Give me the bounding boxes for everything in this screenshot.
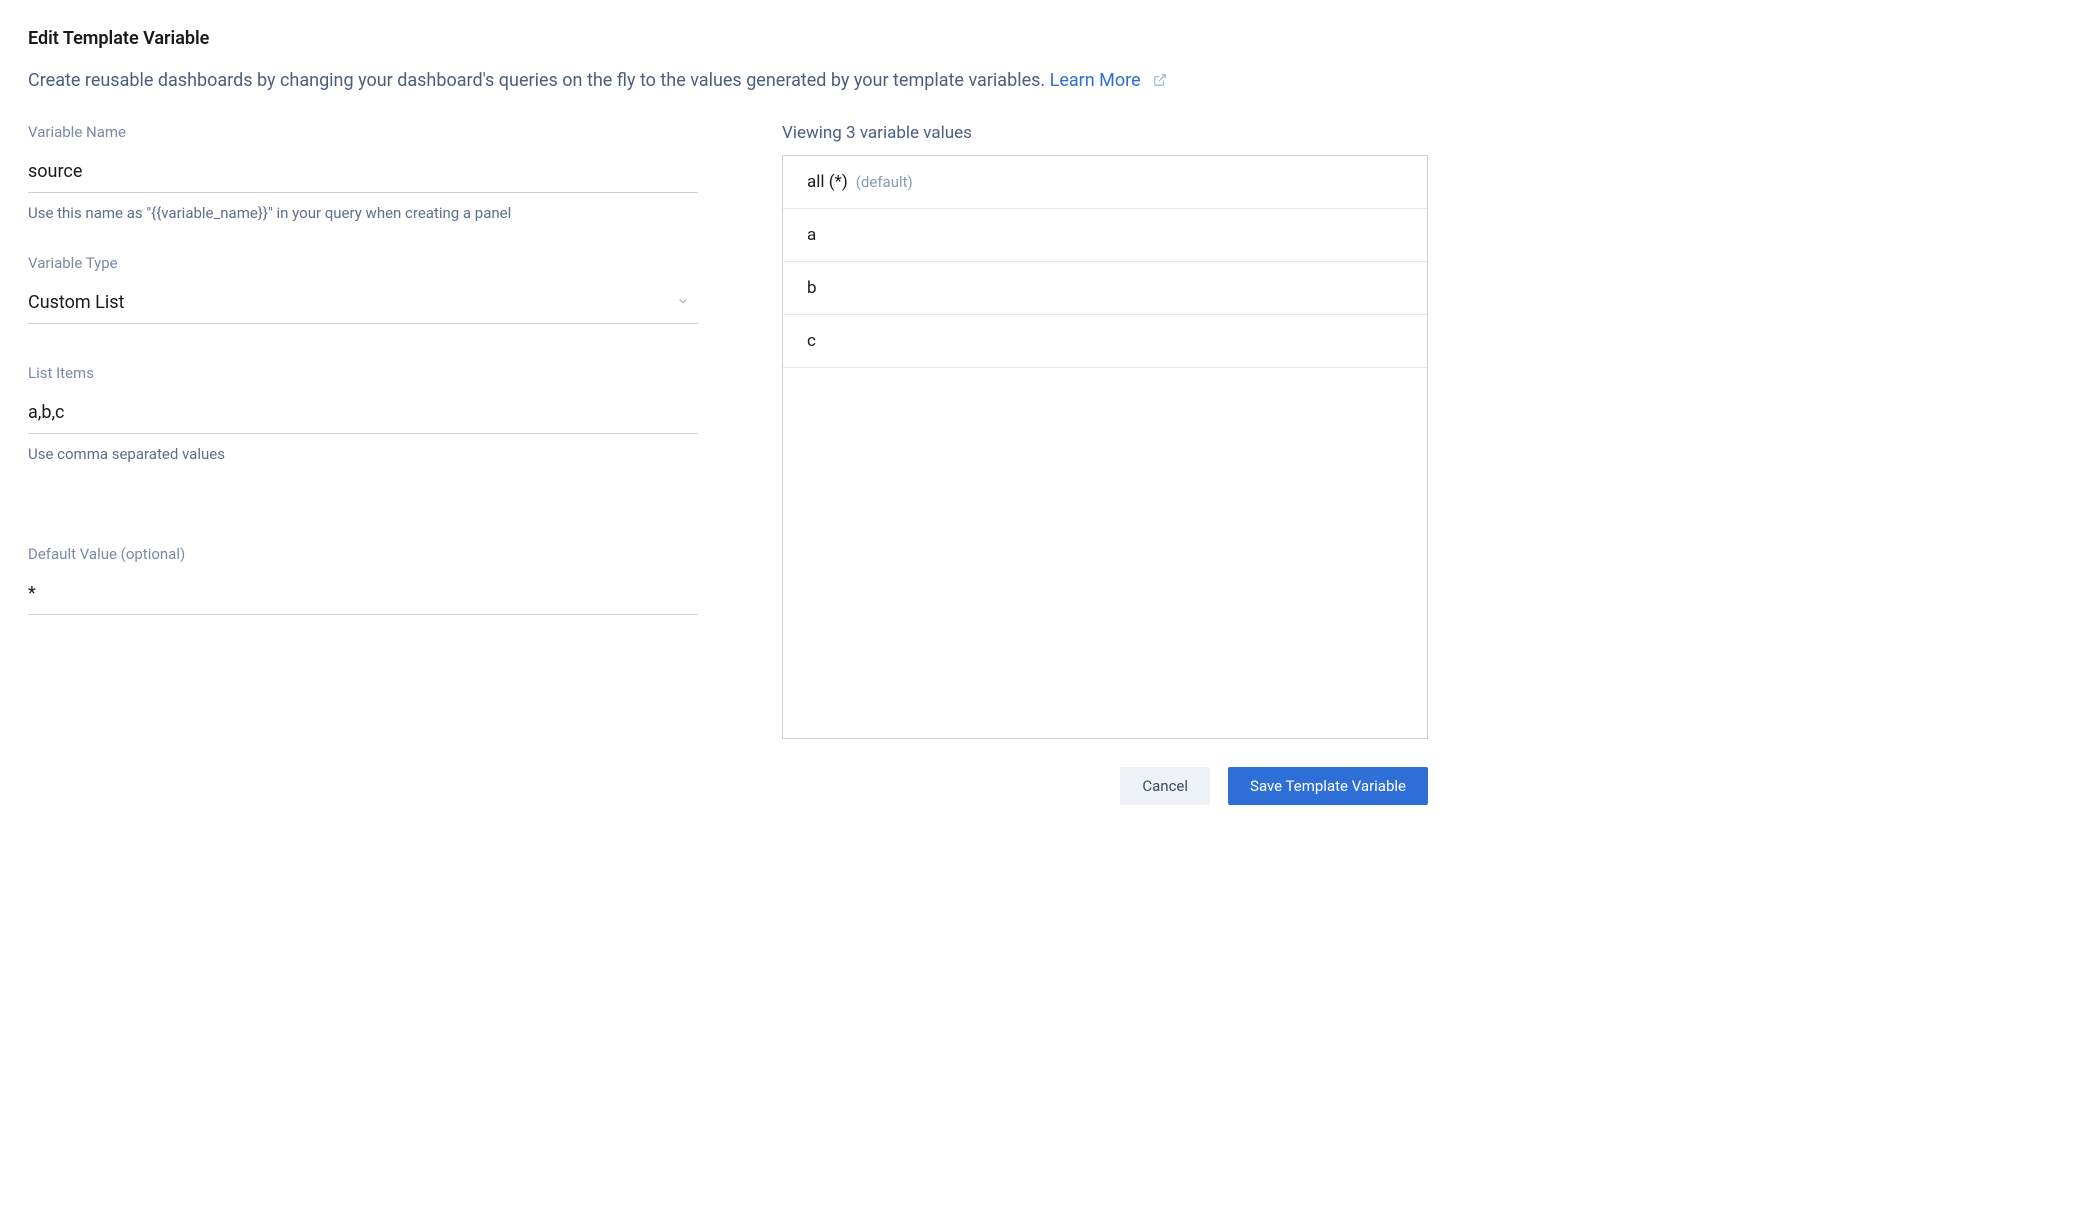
- preview-title-suffix: variable values: [856, 123, 972, 143]
- variable-name-hint: Use this name as "{{variable_name}}" in …: [28, 203, 698, 224]
- default-value-group: Default Value (optional): [28, 545, 698, 615]
- list-items-group: List Items Use comma separated values: [28, 364, 698, 465]
- variable-name-label: Variable Name: [28, 123, 698, 141]
- page-description: Create reusable dashboards by changing y…: [28, 67, 1428, 95]
- default-value-label: Default Value (optional): [28, 545, 698, 563]
- preview-list: all (*) (default) a b c: [782, 155, 1428, 739]
- preview-item[interactable]: all (*) (default): [783, 156, 1427, 209]
- default-value-input[interactable]: [28, 577, 698, 615]
- list-items-hint: Use comma separated values: [28, 444, 698, 465]
- preview-title-prefix: Viewing: [782, 123, 846, 143]
- external-link-icon: [1153, 68, 1167, 95]
- preview-item-label: b: [807, 278, 817, 298]
- page-title: Edit Template Variable: [28, 28, 1428, 49]
- preview-item-label: a: [807, 225, 816, 245]
- save-button[interactable]: Save Template Variable: [1228, 767, 1428, 805]
- variable-type-group: Variable Type: [28, 254, 698, 324]
- variable-name-group: Variable Name Use this name as "{{variab…: [28, 123, 698, 224]
- variable-type-label: Variable Type: [28, 254, 698, 272]
- preview-title: Viewing 3 variable values: [782, 123, 1428, 143]
- preview-count: 3: [846, 123, 856, 143]
- preview-item[interactable]: c: [783, 315, 1427, 368]
- preview-item-label: c: [807, 331, 816, 351]
- preview-item[interactable]: a: [783, 209, 1427, 262]
- preview-column: Viewing 3 variable values all (*) (defaul…: [782, 123, 1428, 805]
- learn-more-link[interactable]: Learn More: [1050, 70, 1141, 91]
- list-items-label: List Items: [28, 364, 698, 382]
- cancel-button[interactable]: Cancel: [1120, 767, 1210, 805]
- preview-item-label: all (*): [807, 172, 848, 192]
- default-tag: (default): [856, 173, 913, 191]
- description-text: Create reusable dashboards by changing y…: [28, 70, 1045, 91]
- list-items-input[interactable]: [28, 396, 698, 434]
- form-column: Variable Name Use this name as "{{variab…: [28, 123, 698, 805]
- preview-item[interactable]: b: [783, 262, 1427, 315]
- variable-name-input[interactable]: [28, 155, 698, 193]
- actions-row: Cancel Save Template Variable: [782, 767, 1428, 805]
- variable-type-select[interactable]: [28, 286, 698, 324]
